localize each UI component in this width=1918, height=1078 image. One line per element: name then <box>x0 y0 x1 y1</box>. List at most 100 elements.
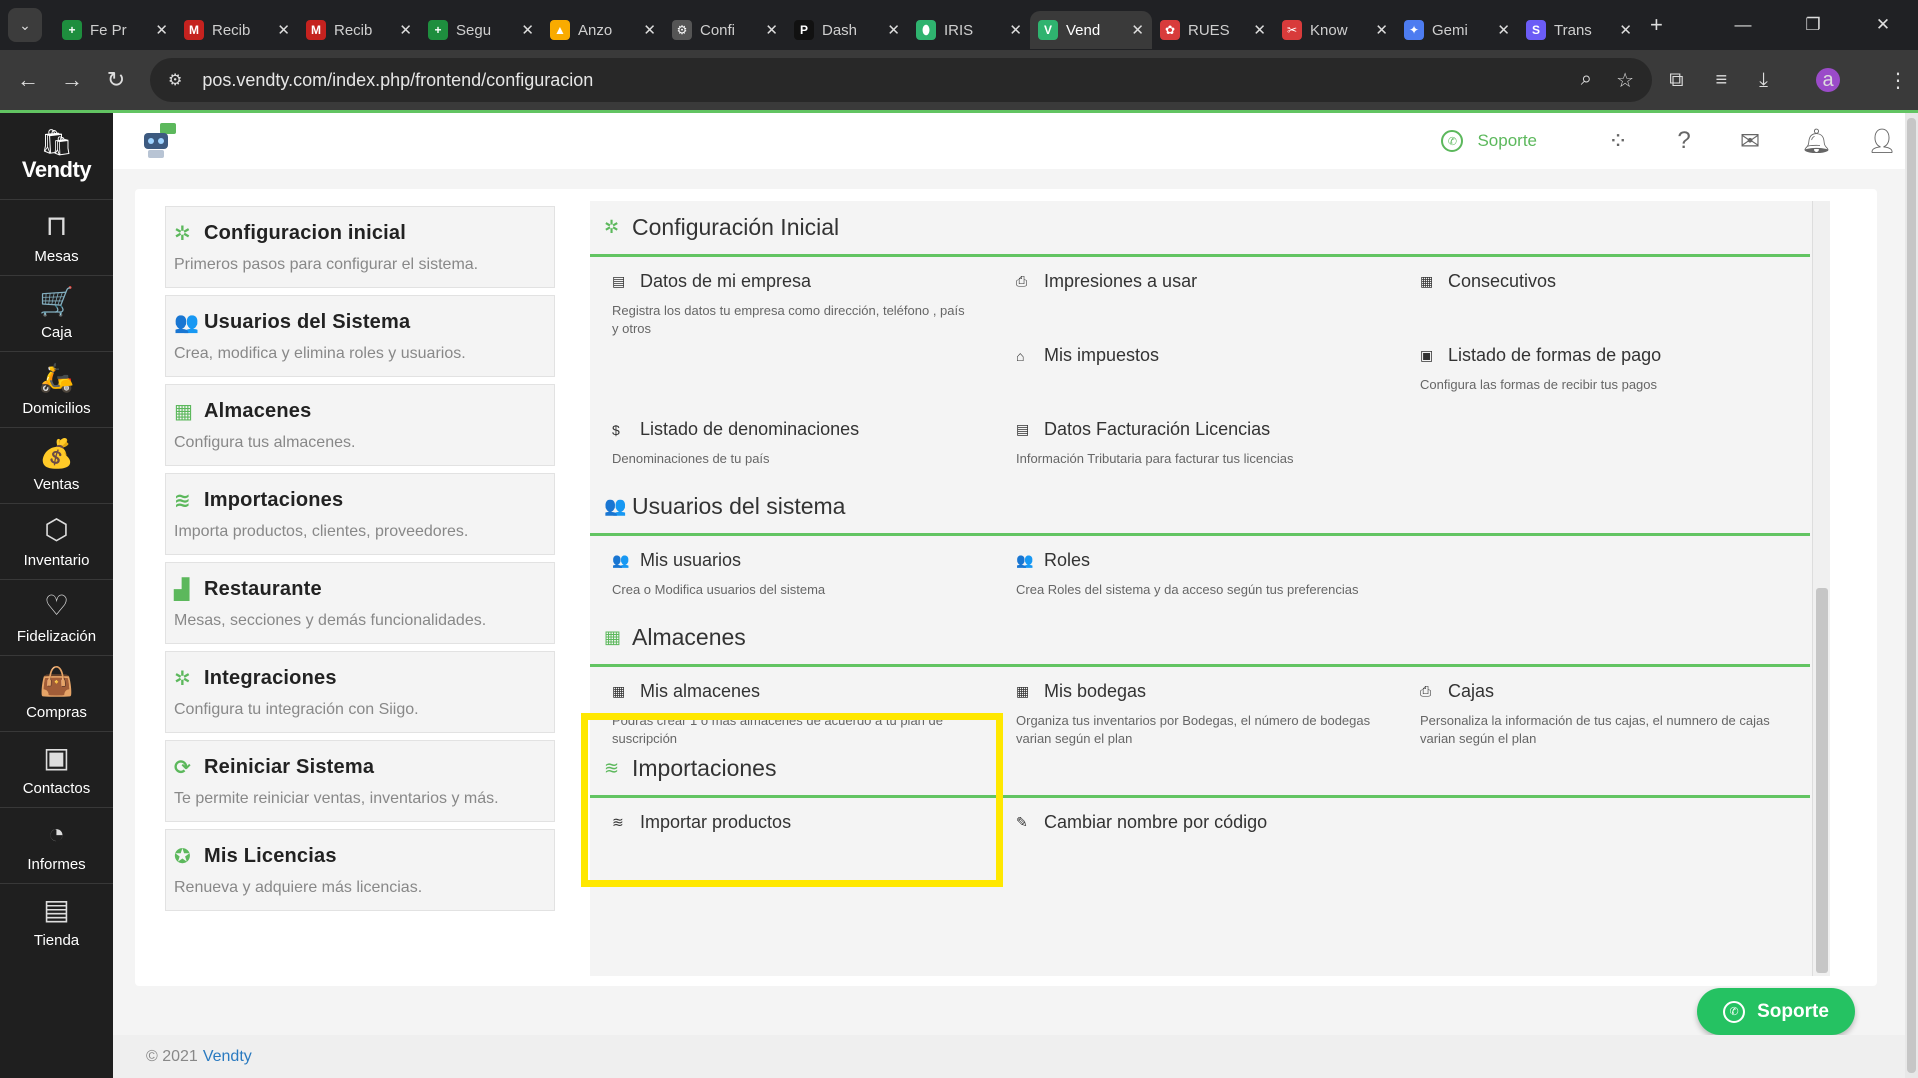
minimize-icon[interactable]: — <box>1708 15 1778 35</box>
config-menu-item[interactable]: ▟ Restaurante Mesas, secciones y demás fun… <box>165 562 555 644</box>
media-icon[interactable]: ≡ <box>1715 69 1727 92</box>
sidebar-item-label: Ventas <box>33 476 80 493</box>
tab-close-icon[interactable]: ✕ <box>765 21 778 39</box>
tab-close-icon[interactable]: ✕ <box>399 21 412 39</box>
sidebar-item-label: Informes <box>27 856 86 873</box>
tab-title: Anzo <box>578 21 613 39</box>
whatsapp-support-button[interactable]: ✆ Soporte <box>1697 988 1855 1035</box>
config-menu-item[interactable]: 👥 Usuarios del Sistema Crea, modifica y el… <box>165 295 555 377</box>
sidebar-item-compras[interactable]: 👜 Compras <box>0 655 113 731</box>
config-menu-item[interactable]: ✲ Integraciones Configura tu integración c… <box>165 651 555 733</box>
option-title: 👥 Mis usuarios <box>612 550 972 571</box>
browser-tab[interactable]: S Trans ✕ <box>1518 11 1640 49</box>
whatsapp-icon: ✆ <box>1723 1000 1746 1023</box>
page-scrollbar[interactable] <box>1905 113 1918 1078</box>
browser-tab[interactable]: P Dash ✕ <box>786 11 908 49</box>
config-menu-title: 👥 Usuarios del Sistema <box>174 310 546 335</box>
browser-tab[interactable]: V Vend ✕ <box>1030 11 1152 49</box>
site-info-icon[interactable]: ⚙ <box>168 70 182 90</box>
tab-close-icon[interactable]: ✕ <box>1253 21 1266 39</box>
config-option[interactable]: ▣ Listado de formas de pago Configura las … <box>1398 331 1802 405</box>
tab-close-icon[interactable]: ✕ <box>155 21 168 39</box>
section-title: Configuración Inicial <box>632 214 840 240</box>
sidebar-item-inventario[interactable]: ⬡ Inventario <box>0 503 113 579</box>
config-option[interactable]: $ Listado de denominaciones Denominaciones… <box>590 405 994 479</box>
browser-tab[interactable]: + Segu ✕ <box>420 11 542 49</box>
footer-brand-link[interactable]: Vendty <box>203 1048 252 1066</box>
sidebar-item-informes[interactable]: ◔ Informes <box>0 807 113 883</box>
option-title-text: Cajas <box>1448 681 1495 701</box>
browser-tab[interactable]: ▲ Anzo ✕ <box>542 11 664 49</box>
browser-tab[interactable]: + Fe Pr ✕ <box>54 11 176 49</box>
tab-close-icon[interactable]: ✕ <box>1497 21 1510 39</box>
whatsapp-icon: ✆ <box>1441 130 1464 152</box>
tab-close-icon[interactable]: ✕ <box>1375 21 1388 39</box>
chatbot-robot-icon[interactable] <box>138 121 178 161</box>
forward-icon[interactable]: → <box>50 67 94 93</box>
user-profile-icon[interactable]: 👤︎ <box>1867 127 1897 156</box>
sidebar-item-fidelización[interactable]: ♡ Fidelización <box>0 579 113 655</box>
sidebar-item-contactos[interactable]: ▣ Contactos <box>0 731 113 807</box>
back-icon[interactable]: ← <box>6 67 50 93</box>
browser-menu-icon[interactable]: ⋮ <box>1888 68 1908 93</box>
config-option[interactable]: ▤ Datos Facturación Licencias Información … <box>994 405 1398 479</box>
new-tab-button[interactable]: + <box>1650 12 1663 38</box>
sidebar-item-mesas[interactable]: ⊓ Mesas <box>0 199 113 275</box>
zoom-icon[interactable]: ⌕ <box>1581 68 1592 91</box>
reload-icon[interactable]: ↻ <box>94 67 138 93</box>
config-option[interactable]: ⎙ Impresiones a usar <box>994 257 1398 331</box>
vendty-logo[interactable]: 🛍 Vendty <box>0 113 113 199</box>
config-option[interactable]: ✎ Cambiar nombre por código <box>994 798 1398 848</box>
config-option[interactable]: ⌂ Mis impuestos <box>994 331 1398 405</box>
browser-tab[interactable]: ✿ RUES ✕ <box>1152 11 1274 49</box>
config-option[interactable]: ▤ Datos de mi empresa Registra los datos t… <box>590 257 994 336</box>
option-icon: ⎙ <box>1016 273 1028 289</box>
address-bar[interactable]: ⚙ pos.vendty.com/index.php/frontend/conf… <box>150 58 1652 102</box>
config-menu-item[interactable]: ✪ Mis Licencias Renueva y adquiere más lic… <box>165 829 555 911</box>
config-menu-item[interactable]: ▦ Almacenes Configura tus almacenes. <box>165 384 555 466</box>
browser-tab[interactable]: ✦ Gemi ✕ <box>1396 11 1518 49</box>
users-icon: 👥 <box>174 312 200 334</box>
tab-title: Recib <box>212 21 251 39</box>
tab-close-icon[interactable]: ✕ <box>1131 21 1144 39</box>
tab-close-icon[interactable]: ✕ <box>1009 21 1022 39</box>
url-text[interactable]: pos.vendty.com/index.php/frontend/config… <box>202 70 593 91</box>
tab-close-icon[interactable]: ✕ <box>521 21 534 39</box>
moneybag-icon: 💰 <box>39 438 74 469</box>
support-link[interactable]: ✆ Soporte <box>1441 130 1537 152</box>
page-scrollbar-thumb[interactable] <box>1907 118 1916 1073</box>
bell-icon[interactable]: 🔔︎ <box>1801 127 1831 156</box>
profile-avatar[interactable]: a <box>1800 68 1856 92</box>
tab-close-icon[interactable]: ✕ <box>1619 21 1632 39</box>
config-left-menu: ✲ Configuracion inicial Primeros pasos par… <box>165 206 555 918</box>
tab-search-button[interactable]: ⌄ <box>8 8 42 42</box>
panel-scrollbar-thumb[interactable] <box>1816 588 1828 973</box>
help-icon[interactable]: ? <box>1669 127 1699 155</box>
config-option[interactable]: ▦ Consecutivos <box>1398 257 1802 331</box>
config-menu-desc: Renueva y adquiere más licencias. <box>174 879 423 896</box>
tab-close-icon[interactable]: ✕ <box>887 21 900 39</box>
config-menu-item[interactable]: ≋ Importaciones Importa productos, cliente… <box>165 473 555 555</box>
config-menu-item[interactable]: ✲ Configuracion inicial Primeros pasos par… <box>165 206 555 288</box>
panel-scrollbar[interactable] <box>1812 201 1830 976</box>
tab-close-icon[interactable]: ✕ <box>643 21 656 39</box>
restore-icon[interactable]: ❐ <box>1778 15 1848 35</box>
browser-tab[interactable]: ⚙ Confi ✕ <box>664 11 786 49</box>
browser-tab[interactable]: ✂ Know ✕ <box>1274 11 1396 49</box>
browser-tab[interactable]: ⬮ IRIS ✕ <box>908 11 1030 49</box>
browser-tab[interactable]: M Recib ✕ <box>298 11 420 49</box>
sidebar-item-caja[interactable]: 🛒 Caja <box>0 275 113 351</box>
apps-grid-icon[interactable]: ⁘ <box>1603 127 1633 156</box>
mail-icon[interactable]: ✉ <box>1735 127 1765 156</box>
close-window-icon[interactable]: ✕ <box>1848 15 1918 35</box>
tab-close-icon[interactable]: ✕ <box>277 21 290 39</box>
sidebar-item-domicilios[interactable]: 🛵 Domicilios <box>0 351 113 427</box>
bookmark-star-icon[interactable]: ☆ <box>1616 68 1634 93</box>
download-icon[interactable]: ⤓ <box>1759 69 1768 92</box>
sidebar-item-tienda[interactable]: ▤ Tienda <box>0 883 113 959</box>
sidebar-item-ventas[interactable]: 💰 Ventas <box>0 427 113 503</box>
browser-tab[interactable]: M Recib ✕ <box>176 11 298 49</box>
config-menu-item[interactable]: ⟳ Reiniciar Sistema Te permite reiniciar v… <box>165 740 555 822</box>
extensions-icon[interactable]: ⧉ <box>1669 69 1683 92</box>
option-title: ⎙ Cajas <box>1420 681 1780 702</box>
